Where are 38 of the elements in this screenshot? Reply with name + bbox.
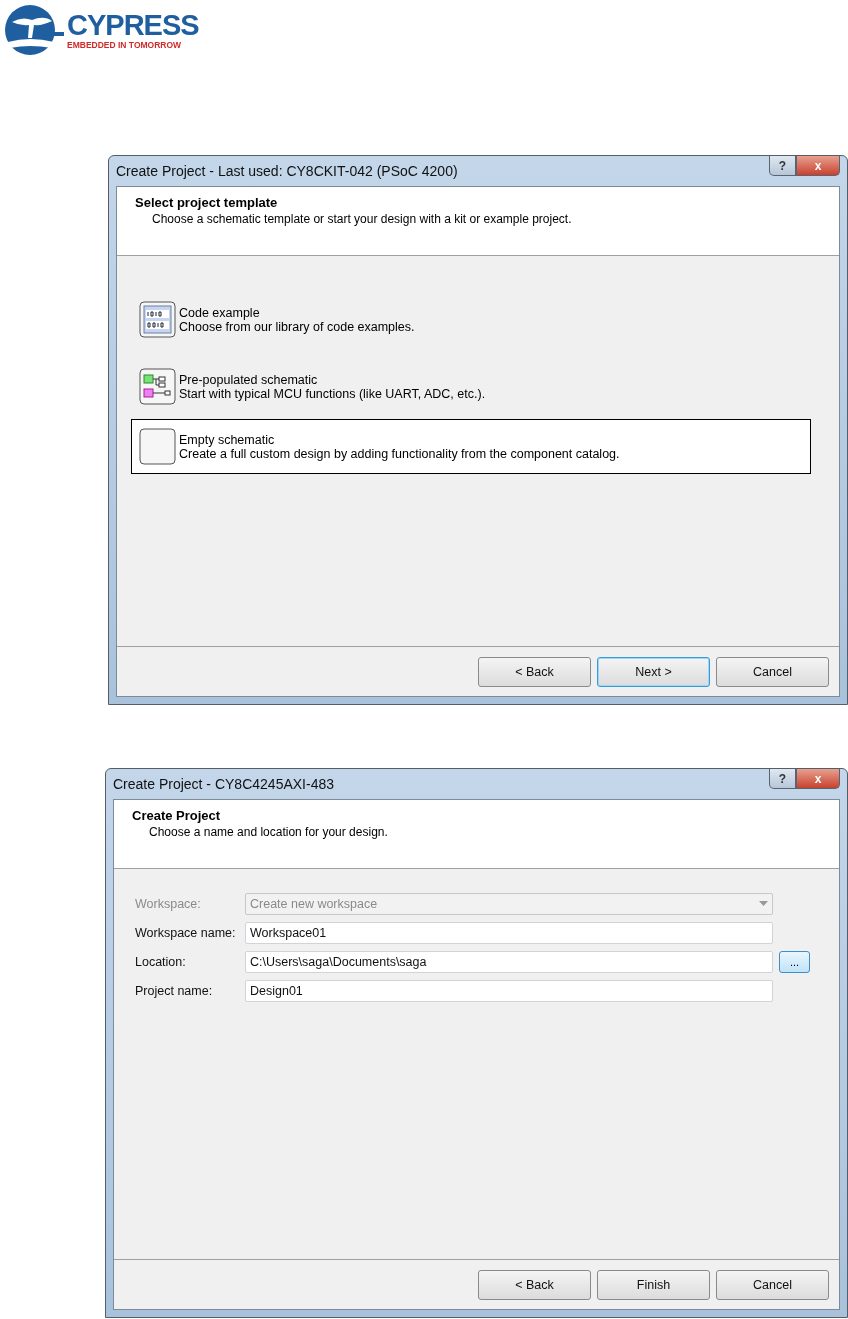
field-label: Location: xyxy=(135,954,187,969)
template-description: Start with typical MCU functions (like UART, ADC, etc.). xyxy=(179,386,486,401)
blank-page-icon xyxy=(139,427,177,466)
window-title: Create Project - CY8C4245AXI-483 xyxy=(113,776,334,792)
template-name: Pre-populated schematic xyxy=(179,372,319,387)
dropdown-caret-icon xyxy=(759,901,768,906)
help-button[interactable]: ? xyxy=(769,769,796,789)
template-name: Code example xyxy=(179,305,261,320)
dialog-button[interactable]: < Back xyxy=(478,656,591,687)
dialog-button[interactable]: Cancel xyxy=(716,1269,829,1300)
dialog-button[interactable]: Finish xyxy=(597,1269,710,1300)
header-title: Select project template xyxy=(135,195,279,210)
template-description: Create a full custom design by adding functionality from the component catalog. xyxy=(179,446,620,461)
template-option[interactable]: Code example Choose from our library of code examples. xyxy=(131,292,811,347)
template-description: Choose from our library of code examples. xyxy=(179,319,415,334)
browse-button[interactable]: ... xyxy=(779,950,810,973)
help-button[interactable]: ? xyxy=(769,156,796,176)
dialog-button[interactable]: Next > xyxy=(597,656,710,687)
brand-name: CYPRESS xyxy=(67,10,199,40)
template-option[interactable]: Pre-populated schematic Start with typical MCU functions (like UART, ADC, etc.). xyxy=(131,359,811,414)
schematic-icon xyxy=(139,367,177,406)
dialog-button[interactable]: < Back xyxy=(478,1269,591,1300)
header-subtitle: Choose a name and location for your design. xyxy=(148,825,389,839)
text-field[interactable]: C:\Users\saga\Documents\saga xyxy=(245,950,773,973)
text-field[interactable]: Design01 xyxy=(245,979,773,1002)
header-subtitle: Choose a schematic template or start your design with a kit or example project. xyxy=(151,212,573,226)
template-name: Empty schematic xyxy=(179,432,276,447)
binary-code-icon xyxy=(139,300,177,339)
text-field[interactable]: Workspace01 xyxy=(245,921,773,944)
template-option[interactable]: Empty schematic Create a full custom design by adding functionality from the component catalog. xyxy=(131,419,811,474)
tree-logo-icon xyxy=(2,4,64,56)
field-label: Workspace: xyxy=(135,896,202,911)
header-title: Create Project xyxy=(132,808,222,823)
brand-tagline: EMBEDDED IN TOMORROW xyxy=(67,40,183,50)
window-title: Create Project - Last used: CY8CKIT-042 (PSoC 4200) xyxy=(116,163,458,179)
field-label: Project name: xyxy=(135,983,214,998)
field-label: Workspace name: xyxy=(135,925,237,940)
dialog-button[interactable]: Cancel xyxy=(716,656,829,687)
